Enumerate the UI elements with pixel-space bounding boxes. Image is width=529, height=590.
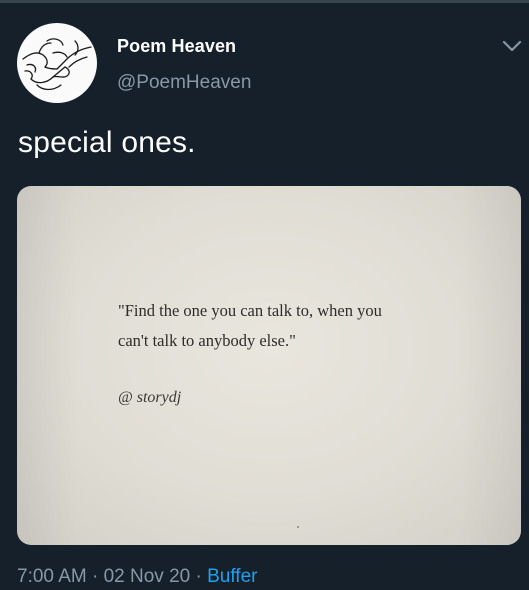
chevron-down-icon <box>502 40 522 52</box>
tweet-meta: 7:00 AM · 02 Nov 20 · Buffer <box>17 566 257 588</box>
quote-line-1: "Find the one you can talk to, when you <box>118 301 382 320</box>
quote-line-2: can't talk to anybody else." <box>118 331 296 350</box>
tweet-date[interactable]: 02 Nov 20 <box>104 566 191 587</box>
tweet-source-link[interactable]: Buffer <box>207 566 257 587</box>
hands-holding-avatar-icon <box>22 38 92 91</box>
quote-attribution: @ storydj <box>118 389 182 406</box>
tweet-text: special ones. <box>18 126 196 159</box>
quote-text: "Find the one you can talk to, when you … <box>118 296 478 356</box>
meta-separator: · <box>92 566 99 587</box>
tweet-image[interactable]: "Find the one you can talk to, when you … <box>17 186 521 545</box>
tweet-menu-button[interactable] <box>499 35 525 57</box>
user-handle[interactable]: @PoemHeaven <box>117 72 251 94</box>
display-name[interactable]: Poem Heaven <box>117 36 236 57</box>
avatar[interactable] <box>17 23 97 103</box>
paper-texture <box>17 186 521 545</box>
paper-speck <box>297 526 299 528</box>
tweet-time[interactable]: 7:00 AM <box>17 566 87 587</box>
meta-separator: · <box>195 566 202 587</box>
tweet: Poem Heaven @PoemHeaven special ones. "F… <box>0 3 529 590</box>
